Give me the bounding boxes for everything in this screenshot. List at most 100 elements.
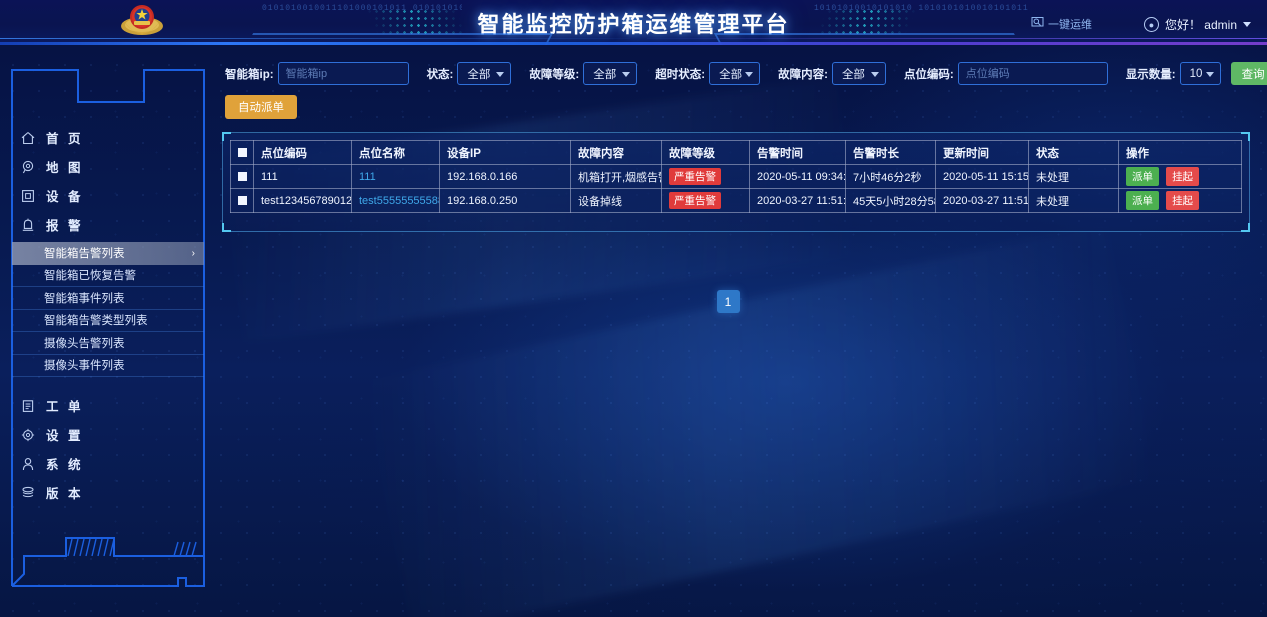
sidebar-item-label: 系 统 — [46, 458, 84, 472]
chevron-down-icon — [1205, 71, 1214, 77]
chevron-down-icon — [496, 71, 505, 77]
page-size-value: 10 — [1189, 67, 1203, 80]
fault-level-filter-select[interactable]: 全部 — [583, 62, 638, 85]
row-select-cell[interactable] — [230, 164, 254, 189]
page-button-1[interactable]: 1 — [716, 290, 740, 313]
chevron-right-icon: › — [191, 247, 195, 259]
pagination: 1 — [214, 290, 1242, 313]
sidebar-item-workorder[interactable]: 工 单 — [12, 391, 204, 420]
cell-device-ip: 192.168.0.166 — [439, 164, 571, 189]
cell-status: 未处理 — [1028, 188, 1119, 213]
ip-filter-label: 智能箱ip: — [225, 68, 274, 81]
submenu-item-label: 摄像头事件列表 — [44, 360, 125, 373]
one-click-ops-button[interactable]: 一键运维 — [1031, 16, 1092, 32]
auto-dispatch-button[interactable]: 自动派单 — [225, 95, 297, 119]
panel-corner-bottom-left — [222, 223, 231, 232]
fault-level-filter-value: 全部 — [593, 68, 617, 81]
smartbox-ip-input[interactable] — [277, 62, 409, 85]
cell-fault-content: 设备掉线 — [570, 188, 662, 213]
alarm-table: 点位编码 点位名称 设备IP 故障内容 故障等级 告警时间 告警时长 更新时间 … — [230, 140, 1242, 213]
timeout-status-filter-label: 超时状态: — [655, 68, 706, 81]
cell-alarm-time: 2020-03-27 11:51:10 — [749, 188, 846, 213]
hold-button[interactable]: 挂起 — [1166, 191, 1200, 210]
col-alarm-time: 告警时间 — [749, 140, 846, 165]
sidebar-item-map[interactable]: 地 图 — [12, 152, 204, 181]
layers-icon — [21, 486, 35, 500]
col-update-time: 更新时间 — [935, 140, 1029, 165]
sidebar-item-settings[interactable]: 设 置 — [12, 420, 204, 449]
alarm-bell-icon — [21, 218, 35, 232]
one-click-ops-label: 一键运维 — [1048, 19, 1092, 31]
timeout-status-filter-select[interactable]: 全部 — [709, 62, 761, 85]
col-device-ip: 设备IP — [439, 140, 571, 165]
row-select-cell[interactable] — [230, 188, 254, 213]
dispatch-button[interactable]: 派单 — [1126, 191, 1159, 210]
status-badge: 严重告警 — [669, 168, 721, 185]
status-filter-select[interactable]: 全部 — [457, 62, 512, 85]
auto-dispatch-row: 自动派单 — [225, 95, 297, 119]
user-avatar-icon: ● — [1143, 17, 1159, 32]
panel-corner-top-right — [1241, 132, 1250, 141]
submenu-item-smartbox-alarm-list[interactable]: 智能箱告警列表 › — [12, 242, 204, 265]
col-fault-level: 故障等级 — [661, 140, 750, 165]
fault-content-filter-label: 故障内容: — [778, 68, 828, 81]
cell-point-name[interactable]: test5555555558888888 — [351, 188, 440, 213]
cell-point-name[interactable]: 111 — [351, 164, 440, 189]
fault-content-filter-select[interactable]: 全部 — [831, 62, 886, 85]
sidebar-item-device[interactable]: 设 备 — [12, 181, 204, 210]
dispatch-button[interactable]: 派单 — [1126, 167, 1159, 186]
col-point-name: 点位名称 — [351, 140, 440, 165]
sidebar: 首 页 地 图 设 备 报 警 智能箱告警列表 › 智能箱已恢复告警 智能箱事件… — [0, 45, 214, 617]
panel-corner-top-left — [222, 132, 231, 141]
user-menu[interactable]: ● 您好！ admin — [1143, 16, 1251, 33]
select-all-cell[interactable] — [230, 140, 254, 165]
sidebar-item-home[interactable]: 首 页 — [12, 123, 204, 152]
sidebar-item-system[interactable]: 系 统 — [12, 449, 204, 478]
point-code-input[interactable] — [957, 62, 1108, 85]
sidebar-item-label: 报 警 — [46, 219, 84, 233]
gear-icon — [21, 428, 35, 442]
submenu-item-label: 智能箱告警列表 — [44, 248, 125, 261]
cell-point-code: test1234567890123456 — [253, 188, 352, 213]
cell-fault-level: 严重告警 — [661, 188, 750, 213]
clipboard-icon — [21, 399, 35, 413]
sidebar-item-label: 工 单 — [46, 400, 84, 414]
chevron-down-icon — [1243, 22, 1251, 27]
cell-fault-content: 机箱打开,烟感告警 — [570, 164, 662, 189]
select-all-checkbox[interactable] — [238, 147, 247, 157]
point-code-filter-label: 点位编码: — [903, 68, 954, 81]
submenu-item-label: 智能箱已恢复告警 — [44, 270, 136, 283]
table-row[interactable]: test1234567890123456 test555555555888888… — [230, 188, 1242, 213]
cell-update-time: 2020-03-27 11:51:10 — [935, 188, 1029, 213]
sidebar-nav: 首 页 地 图 设 备 报 警 智能箱告警列表 › 智能箱已恢复告警 智能箱事件… — [12, 123, 204, 507]
table-header-row: 点位编码 点位名称 设备IP 故障内容 故障等级 告警时间 告警时长 更新时间 … — [230, 140, 1242, 165]
submenu-item-label: 智能箱事件列表 — [44, 292, 125, 305]
status-badge: 严重告警 — [669, 192, 721, 209]
main-content: 智能箱ip: 状态: 全部 故障等级: 全部 超时状态: 全部 故障内容: 全部 — [214, 45, 1267, 617]
sidebar-item-alarm[interactable]: 报 警 — [12, 210, 204, 239]
screen-ops-icon — [1031, 16, 1044, 32]
sidebar-item-label: 版 本 — [46, 487, 84, 501]
submenu-item-smartbox-alarm-type-list[interactable]: 智能箱告警类型列表 — [12, 310, 204, 332]
submenu-item-label: 摄像头告警列表 — [44, 337, 125, 350]
hold-button[interactable]: 挂起 — [1166, 167, 1200, 186]
cell-update-time: 2020-05-11 15:15:13 — [935, 164, 1029, 189]
row-checkbox[interactable] — [238, 196, 247, 206]
table-row[interactable]: 111 111 192.168.0.166 机箱打开,烟感告警 严重告警 202… — [230, 164, 1242, 189]
col-status: 状态 — [1028, 140, 1119, 165]
submenu-item-camera-alarm-list[interactable]: 摄像头告警列表 — [12, 332, 204, 355]
sidebar-item-version[interactable]: 版 本 — [12, 478, 204, 507]
cell-status: 未处理 — [1028, 164, 1119, 189]
submenu-item-camera-event-list[interactable]: 摄像头事件列表 — [12, 355, 204, 377]
submenu-item-smartbox-event-list[interactable]: 智能箱事件列表 — [12, 287, 204, 310]
alarm-submenu: 智能箱告警列表 › 智能箱已恢复告警 智能箱事件列表 智能箱告警类型列表 摄像头… — [12, 242, 204, 377]
user-greeting: 您好！ admin — [1164, 18, 1237, 32]
cell-operation: 派单 挂起 — [1118, 164, 1242, 189]
query-button[interactable]: 查询 — [1230, 62, 1267, 85]
page-size-select[interactable]: 10 — [1179, 62, 1221, 85]
row-checkbox[interactable] — [238, 172, 247, 182]
submenu-item-smartbox-recovered-alarm[interactable]: 智能箱已恢复告警 — [12, 265, 204, 287]
sidebar-item-label: 首 页 — [46, 132, 84, 146]
header-bottom-glow — [0, 42, 1267, 45]
